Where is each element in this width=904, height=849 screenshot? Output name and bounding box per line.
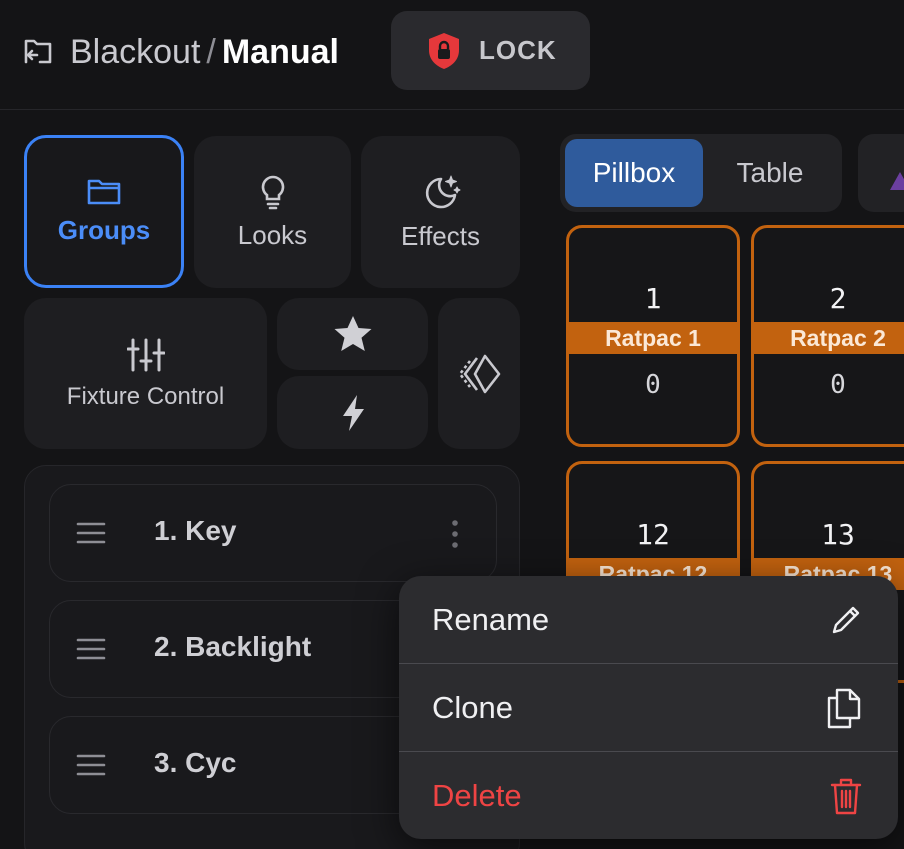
fixture-name: Ratpac 2 xyxy=(754,322,904,354)
triangle-icon xyxy=(890,172,904,190)
effects-label: Effects xyxy=(400,220,480,251)
fixture-value: 0 xyxy=(830,370,846,400)
clone-menu-item[interactable]: Clone xyxy=(399,664,898,752)
lightbulb-icon xyxy=(261,175,284,209)
breadcrumb-current: Manual xyxy=(221,33,339,71)
favorites-tile[interactable] xyxy=(277,298,428,370)
group-list-item[interactable]: 1. Key xyxy=(49,484,497,582)
clone-label: Clone xyxy=(432,690,513,725)
fixture-control-label: Fixture Control xyxy=(66,382,225,410)
effects-tile[interactable]: Effects xyxy=(361,136,520,288)
group-name: 3. Cyc xyxy=(154,747,237,778)
group-name: 1. Key xyxy=(154,515,237,546)
header-bar: Blackout / Manual LOCK xyxy=(0,0,904,110)
fixture-number: 1 xyxy=(644,282,662,315)
view-toggle: Pillbox Table xyxy=(560,134,842,212)
fixture-control-tile[interactable]: Fixture Control xyxy=(24,298,267,449)
drag-handle-icon[interactable] xyxy=(76,521,106,545)
trash-icon xyxy=(830,778,862,815)
star-icon xyxy=(334,316,371,351)
more-vertical-icon[interactable] xyxy=(452,519,458,549)
fixture-pill[interactable]: 2 Ratpac 2 0 xyxy=(751,225,904,447)
copy-icon xyxy=(827,688,861,729)
pencil-icon xyxy=(832,606,860,634)
delete-menu-item[interactable]: Delete xyxy=(399,752,898,839)
breadcrumb-parent[interactable]: Blackout xyxy=(70,33,200,71)
fixture-number: 13 xyxy=(821,518,855,551)
drag-handle-icon[interactable] xyxy=(76,637,106,661)
brand-logo-tile[interactable] xyxy=(438,298,520,449)
tab-table[interactable]: Table xyxy=(703,139,837,207)
delete-label: Delete xyxy=(432,778,522,813)
lock-label: LOCK xyxy=(479,35,557,65)
lightning-icon xyxy=(342,394,364,431)
drag-handle-icon[interactable] xyxy=(76,753,106,777)
groups-label: Groups xyxy=(57,215,151,245)
diamond-logo-icon xyxy=(458,354,501,393)
moon-stars-icon xyxy=(425,175,460,208)
groups-tile[interactable]: Groups xyxy=(24,135,184,288)
breadcrumb: Blackout / Manual xyxy=(70,30,339,74)
tab-pillbox[interactable]: Pillbox xyxy=(565,139,703,207)
extra-view-toggle[interactable] xyxy=(858,134,904,212)
folder-back-icon[interactable] xyxy=(22,36,54,68)
rename-label: Rename xyxy=(432,602,550,637)
fixture-number: 12 xyxy=(636,518,670,551)
rename-menu-item[interactable]: Rename xyxy=(399,576,898,664)
fixture-value: 0 xyxy=(645,370,661,400)
fixture-name: Ratpac 1 xyxy=(569,322,737,354)
folder-icon xyxy=(87,179,121,205)
sliders-icon xyxy=(126,338,165,371)
context-menu: Rename Clone Delete xyxy=(399,576,898,839)
breadcrumb-separator: / xyxy=(206,33,216,71)
looks-label: Looks xyxy=(237,219,308,250)
shield-lock-icon xyxy=(429,32,459,69)
group-name: 2. Backlight xyxy=(154,631,312,662)
lock-button[interactable]: LOCK xyxy=(391,11,590,90)
fixture-pill[interactable]: 1 Ratpac 1 0 xyxy=(566,225,740,447)
flash-tile[interactable] xyxy=(277,376,428,449)
looks-tile[interactable]: Looks xyxy=(194,136,351,288)
fixture-number: 2 xyxy=(829,282,847,315)
